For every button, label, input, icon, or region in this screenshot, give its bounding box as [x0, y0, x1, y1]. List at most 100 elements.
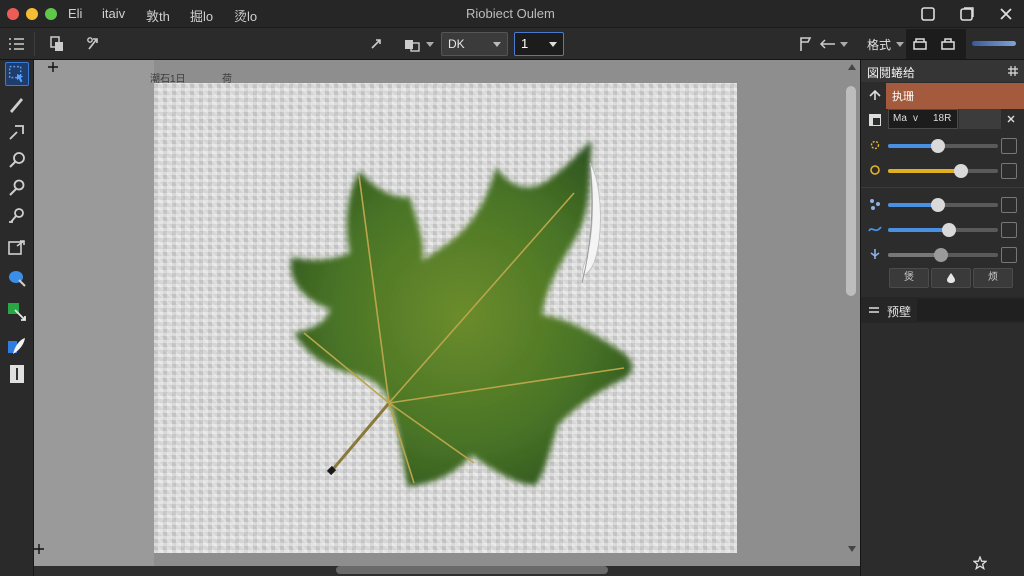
align-icon[interactable]	[818, 34, 838, 54]
option-button-right-label: 烦	[988, 272, 998, 283]
field-c: 18R	[933, 113, 952, 124]
slider-2-knob[interactable]	[953, 164, 968, 178]
slider-1-link-button[interactable]	[1001, 138, 1017, 154]
shape-tool-icon[interactable]	[5, 300, 29, 324]
slider-3-link-button[interactable]	[1001, 197, 1017, 213]
section-field[interactable]	[917, 299, 1024, 321]
option-button-left-label: 煲	[904, 272, 914, 283]
menu-file[interactable]: Eli	[68, 6, 82, 21]
chevron-down-icon[interactable]	[896, 42, 904, 47]
slider-3[interactable]	[888, 198, 998, 212]
panel-tab[interactable]: 図鬩蜷给	[867, 64, 915, 81]
menu-edit[interactable]: itaiv	[102, 6, 125, 21]
drop-icon	[947, 273, 955, 283]
menu-object[interactable]: 敦th	[146, 6, 170, 25]
horizontal-scrollbar[interactable]	[336, 566, 608, 574]
menu-window[interactable]: 烫lo	[234, 6, 257, 25]
section-label[interactable]: 预壁	[887, 303, 911, 320]
option-button-right[interactable]: 烦	[973, 268, 1013, 288]
star-icon[interactable]	[973, 556, 987, 570]
slider-4[interactable]	[888, 223, 998, 237]
fill-tool-icon[interactable]	[5, 266, 29, 290]
slider-2[interactable]	[888, 164, 998, 178]
close-icon[interactable]	[996, 4, 1016, 24]
corner-handle-icon[interactable]	[46, 60, 60, 74]
box-icon[interactable]	[910, 34, 930, 54]
pen-tool-icon[interactable]	[5, 120, 29, 144]
toolbar: DK 1 格式	[0, 28, 1024, 60]
slider-5-knob[interactable]	[933, 248, 948, 262]
field-spacer	[959, 109, 1001, 129]
slider-5-link-button[interactable]	[1001, 247, 1017, 263]
slider-2-link-button[interactable]	[1001, 163, 1017, 179]
slider-4-knob[interactable]	[941, 223, 956, 237]
format-label[interactable]: 格式	[867, 36, 891, 53]
toolbar-divider	[34, 32, 35, 56]
crop-tool-icon[interactable]	[5, 236, 29, 260]
eyedropper-tool-icon[interactable]	[5, 204, 29, 228]
slider-2-fill	[888, 169, 961, 173]
scroll-up-icon[interactable]	[848, 64, 856, 70]
menu-icon[interactable]	[868, 305, 880, 315]
slider-1-knob[interactable]	[930, 139, 945, 153]
transform-icon[interactable]	[84, 34, 104, 54]
layer-name: 执珊	[892, 91, 914, 103]
slider-5-fill	[888, 253, 941, 257]
field-a: Ma	[893, 113, 907, 124]
title-bar: Eli itaiv 敦th 掘lo 烫lo Riobiect Oulem	[0, 0, 1024, 28]
number-input-value: 1	[521, 36, 529, 51]
corner-handle-icon[interactable]	[32, 542, 46, 556]
magnify-tool-icon[interactable]	[5, 148, 29, 172]
chevron-down-icon[interactable]	[426, 42, 434, 47]
tool-palette	[0, 60, 34, 576]
chevron-down-icon	[549, 42, 557, 47]
mode-select[interactable]: DK	[441, 32, 508, 56]
stack-icon[interactable]	[402, 34, 422, 54]
box-open-icon[interactable]	[938, 34, 958, 54]
close-window-button[interactable]	[7, 8, 19, 20]
slider-1[interactable]	[888, 139, 998, 153]
pen-flag-icon[interactable]	[796, 34, 816, 54]
panel-divider	[861, 187, 1024, 188]
canvas-margin	[34, 60, 154, 566]
mode-select-value: DK	[448, 37, 465, 51]
zoom-window-button[interactable]	[45, 8, 57, 20]
slider-4-link-button[interactable]	[1001, 222, 1017, 238]
text-tool-icon[interactable]	[5, 362, 29, 386]
slider-5[interactable]	[888, 248, 998, 262]
stroke-preview[interactable]	[972, 41, 1016, 46]
slider-3-knob[interactable]	[930, 198, 945, 212]
chevron-down-icon[interactable]	[840, 42, 848, 47]
field-group[interactable]: Ma v 18R	[888, 109, 958, 129]
minimize-icon[interactable]	[918, 4, 938, 24]
brush-tool-icon[interactable]	[5, 92, 29, 116]
layers-icon[interactable]	[47, 34, 67, 54]
window-title: Riobiect Oulem	[466, 6, 555, 21]
layer-row-selected[interactable]: 执珊	[886, 83, 1024, 109]
minimize-window-button[interactable]	[26, 8, 38, 20]
upload-icon[interactable]	[868, 88, 882, 102]
number-input[interactable]: 1	[514, 32, 564, 56]
tree-icon	[870, 249, 880, 259]
list-icon[interactable]	[6, 34, 26, 54]
wave-icon	[868, 226, 882, 232]
option-button-left[interactable]: 煲	[889, 268, 929, 288]
panel-header: 図鬩蜷给	[861, 60, 1024, 82]
leaf-artwork[interactable]	[154, 83, 737, 553]
drop-button[interactable]	[931, 268, 971, 288]
feather-tool-icon[interactable]	[5, 334, 29, 358]
slider-4-fill	[888, 228, 949, 232]
layer-icon[interactable]	[868, 113, 882, 127]
nodes-icon	[870, 199, 880, 210]
close-icon[interactable]	[1005, 113, 1017, 125]
scroll-down-icon[interactable]	[848, 546, 856, 552]
chevron-down-icon	[493, 42, 501, 47]
restore-icon[interactable]	[957, 4, 977, 24]
grid-icon[interactable]	[1007, 65, 1019, 77]
lasso-tool-icon[interactable]	[5, 176, 29, 200]
menu-view[interactable]: 掘lo	[190, 6, 213, 25]
selection-tool-icon[interactable]	[5, 62, 29, 86]
vertical-scrollbar[interactable]	[846, 86, 856, 296]
properties-panel: 図鬩蜷给 执珊 Ma v 18R 煲 烦 预壁	[860, 60, 1024, 576]
resize-icon[interactable]	[366, 34, 386, 54]
